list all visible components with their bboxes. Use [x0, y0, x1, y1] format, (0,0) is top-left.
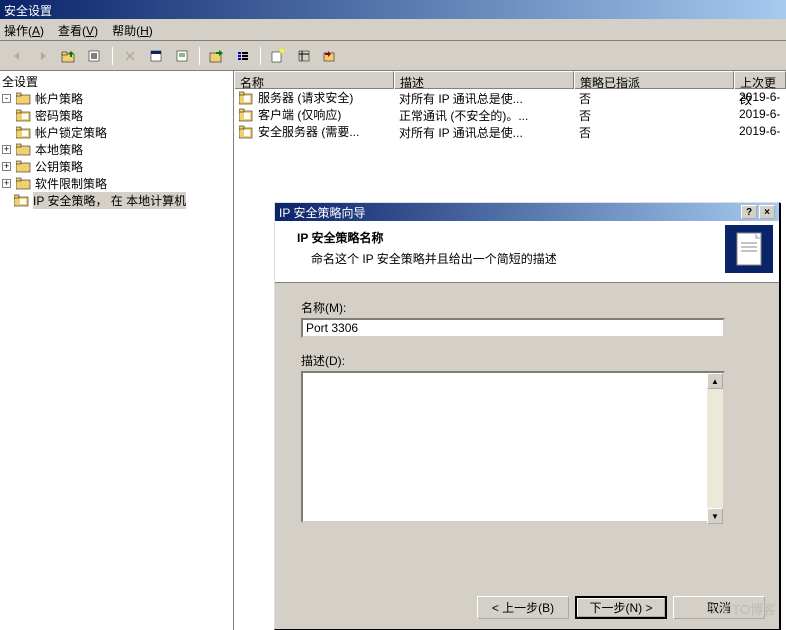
- list-header: 名称 描述 策略已指派 上次更改: [234, 71, 786, 89]
- refresh-button[interactable]: [171, 45, 193, 67]
- tree-lockout[interactable]: 帐户锁定策略: [0, 124, 233, 141]
- col-date[interactable]: 上次更改: [734, 71, 786, 89]
- desc-label: 描述(D):: [301, 352, 753, 369]
- policy-icon: [239, 108, 255, 122]
- next-button[interactable]: 下一步(N) >: [575, 596, 667, 619]
- expand-icon[interactable]: +: [2, 179, 11, 188]
- up-button[interactable]: [58, 45, 80, 67]
- toolbar-separator: [112, 47, 113, 65]
- tree-software[interactable]: +软件限制策略: [0, 175, 233, 192]
- dialog-help-button[interactable]: ?: [741, 205, 757, 219]
- new-policy-button[interactable]: [267, 45, 289, 67]
- window-titlebar: 安全设置: [0, 0, 786, 19]
- menu-help[interactable]: 帮助(H): [112, 22, 153, 37]
- scroll-down-button[interactable]: ▼: [707, 508, 723, 524]
- back-button[interactable]: < 上一步(B): [477, 596, 569, 619]
- forward-button[interactable]: [32, 45, 54, 67]
- list-row[interactable]: 安全服务器 (需要... 对所有 IP 通讯总是使... 否 2019-6-: [234, 123, 786, 140]
- tree-local[interactable]: +本地策略: [0, 141, 233, 158]
- folder-icon: [16, 160, 32, 173]
- policy-icon: [16, 126, 32, 139]
- menu-bar: 操作(A) 查看(V) 帮助(H): [0, 19, 786, 41]
- tree-panel: 全设置 -帐户策略 密码策略 帐户锁定策略 +本地策略 +公钥策略 +软件限制策…: [0, 71, 234, 630]
- dialog-header-icon: [725, 225, 773, 273]
- dialog-header-title: IP 安全策略名称: [297, 229, 725, 246]
- menu-action[interactable]: 操作(A): [4, 22, 44, 37]
- toolbar-separator: [199, 47, 200, 65]
- assign-button[interactable]: [319, 45, 341, 67]
- dialog-close-button[interactable]: ×: [759, 205, 775, 219]
- dialog-titlebar: IP 安全策略向导 ? ×: [275, 203, 779, 221]
- policy-icon: [16, 109, 32, 122]
- toolbar-separator: [260, 47, 261, 65]
- list-button[interactable]: [232, 45, 254, 67]
- menu-view[interactable]: 查看(V): [58, 22, 98, 37]
- tree-password[interactable]: 密码策略: [0, 107, 233, 124]
- dialog-title: IP 安全策略向导: [279, 204, 365, 221]
- toolbar: [0, 41, 786, 71]
- collapse-icon[interactable]: -: [2, 94, 11, 103]
- expand-icon[interactable]: +: [2, 162, 11, 171]
- tree-ipsec[interactable]: IP 安全策略， 在 本地计算机: [0, 192, 233, 209]
- policy-icon: [14, 194, 30, 207]
- name-label: 名称(M):: [301, 299, 753, 316]
- col-name[interactable]: 名称: [234, 71, 394, 89]
- col-assigned[interactable]: 策略已指派: [574, 71, 734, 89]
- tree-root[interactable]: 全设置: [0, 73, 233, 90]
- col-desc[interactable]: 描述: [394, 71, 574, 89]
- cut-button[interactable]: [119, 45, 141, 67]
- list-row[interactable]: 服务器 (请求安全) 对所有 IP 通讯总是使... 否 2019-6-: [234, 89, 786, 106]
- folder-icon: [16, 92, 32, 105]
- properties-button[interactable]: [145, 45, 167, 67]
- folder-icon: [16, 143, 32, 156]
- dialog-footer: < 上一步(B) 下一步(N) > 取消: [477, 596, 765, 619]
- policy-icon: [239, 125, 255, 139]
- tree-pubkey[interactable]: +公钥策略: [0, 158, 233, 175]
- scroll-track[interactable]: [707, 389, 723, 508]
- export-button[interactable]: [206, 45, 228, 67]
- list-row[interactable]: 客户端 (仅响应) 正常通讯 (不安全的)。... 否 2019-6-: [234, 106, 786, 123]
- name-input[interactable]: [301, 318, 725, 338]
- back-button[interactable]: [6, 45, 28, 67]
- expand-icon[interactable]: +: [2, 145, 11, 154]
- scroll-up-button[interactable]: ▲: [707, 373, 723, 389]
- cancel-button[interactable]: 取消: [673, 596, 765, 619]
- show-button[interactable]: [84, 45, 106, 67]
- desc-textarea[interactable]: [301, 371, 725, 523]
- policy-icon: [239, 91, 255, 105]
- tree-account[interactable]: -帐户策略: [0, 90, 233, 107]
- window-title: 安全设置: [4, 4, 52, 18]
- dialog-header-subtitle: 命名这个 IP 安全策略并且给出一个简短的描述: [297, 250, 725, 267]
- folder-icon: [16, 177, 32, 190]
- wizard-dialog: IP 安全策略向导 ? × IP 安全策略名称 命名这个 IP 安全策略并且给出…: [274, 202, 780, 630]
- filter-button[interactable]: [293, 45, 315, 67]
- dialog-header: IP 安全策略名称 命名这个 IP 安全策略并且给出一个简短的描述: [275, 221, 779, 283]
